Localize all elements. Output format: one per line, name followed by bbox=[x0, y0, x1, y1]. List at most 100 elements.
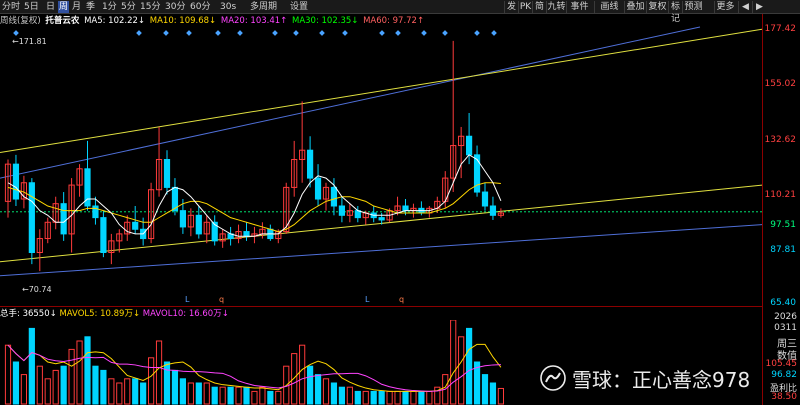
tab-month[interactable]: 月 bbox=[72, 1, 81, 13]
pane-divider bbox=[0, 306, 762, 307]
adjust-button[interactable]: 复权 bbox=[646, 1, 668, 13]
volume-bar bbox=[378, 390, 385, 405]
price-tick: 87.81 bbox=[770, 245, 796, 255]
volume-bar bbox=[322, 378, 330, 405]
volume-bar bbox=[338, 386, 345, 405]
tab-15min[interactable]: 15分 bbox=[140, 1, 160, 13]
mavol5-value: MAVOL5: 10.89万↓ bbox=[59, 309, 141, 319]
volume-bar bbox=[227, 386, 234, 405]
price-tick: 155.02 bbox=[764, 79, 797, 89]
snowball-watermark: 雪球：正心善念978 bbox=[540, 364, 750, 392]
volume-bar bbox=[219, 386, 226, 405]
cursor-value-4: 38.50 bbox=[771, 392, 797, 402]
candle-body bbox=[100, 217, 107, 253]
tab-day[interactable]: 日 bbox=[46, 1, 55, 13]
prev-arrow-icon[interactable]: ◀ bbox=[738, 1, 752, 13]
candle-body bbox=[307, 149, 314, 179]
volume-bar bbox=[92, 365, 99, 405]
pk-button[interactable]: PK bbox=[518, 1, 532, 13]
signal-marker-q[interactable]: q bbox=[219, 295, 224, 304]
volume-bar bbox=[275, 390, 282, 405]
snowball-logo-icon bbox=[540, 365, 566, 391]
predict-button[interactable]: 预测 bbox=[682, 1, 704, 13]
cursor-value-2: 96.82 bbox=[771, 370, 797, 380]
candle-body bbox=[163, 159, 171, 188]
volume-bar bbox=[299, 344, 306, 405]
volume-bar bbox=[362, 390, 369, 405]
volume-bar bbox=[267, 390, 274, 405]
volume-bar bbox=[100, 369, 107, 405]
volume-bar bbox=[195, 382, 202, 405]
mavol10-value: MAVOL10: 16.60万↓ bbox=[142, 309, 229, 319]
mark-button[interactable]: 标记 bbox=[668, 1, 682, 24]
volume-bar bbox=[291, 353, 298, 405]
volume-bar bbox=[68, 348, 75, 405]
volume-bar bbox=[108, 378, 115, 405]
volume-bar bbox=[418, 390, 425, 405]
volume-bar bbox=[402, 390, 409, 405]
candle-body bbox=[402, 205, 409, 212]
volume-bar bbox=[354, 390, 361, 405]
volume-bar bbox=[235, 386, 242, 405]
axis-divider bbox=[762, 14, 763, 405]
candle-body bbox=[195, 214, 202, 235]
candle-body bbox=[314, 177, 322, 200]
volume-bar bbox=[307, 365, 314, 405]
tab-multi-period[interactable]: 多周期 bbox=[250, 1, 277, 13]
volume-bar bbox=[52, 369, 59, 405]
price-tick-current: 97.51 bbox=[770, 220, 796, 230]
volume-bar bbox=[458, 336, 465, 405]
more-button[interactable]: 更多 bbox=[714, 1, 736, 13]
candle-body bbox=[60, 203, 67, 235]
watermark-text: 雪球：正心善念978 bbox=[572, 367, 751, 392]
volume-bar bbox=[187, 382, 194, 405]
simple-button[interactable]: 简 bbox=[532, 1, 546, 13]
candle-body bbox=[489, 205, 497, 216]
signal-marker-q[interactable]: q bbox=[399, 295, 404, 304]
volume-bar bbox=[481, 374, 489, 405]
tab-30min[interactable]: 30分 bbox=[165, 1, 185, 13]
kline-chart[interactable] bbox=[0, 14, 762, 306]
tab-60min[interactable]: 60分 bbox=[190, 1, 210, 13]
publish-button[interactable]: 发 bbox=[504, 1, 518, 13]
volume-bar bbox=[346, 386, 353, 405]
volume-bar bbox=[171, 369, 179, 405]
volume-bar bbox=[410, 390, 417, 405]
tab-settings[interactable]: 设置 bbox=[290, 1, 308, 13]
volume-bar bbox=[203, 382, 210, 405]
volume-bar bbox=[394, 390, 401, 405]
tab-intraday[interactable]: 分时 bbox=[2, 1, 20, 13]
volume-bar bbox=[163, 361, 171, 405]
candle-body bbox=[12, 163, 20, 200]
overlay-button[interactable]: 叠加 bbox=[624, 1, 646, 13]
signal-marker-l[interactable]: L bbox=[365, 295, 369, 304]
tab-week[interactable]: 周 bbox=[58, 1, 70, 13]
candle-body bbox=[179, 210, 187, 228]
volume-bar bbox=[330, 382, 338, 405]
volume-bar bbox=[12, 361, 20, 405]
tab-5min[interactable]: 5分 bbox=[121, 1, 136, 13]
cursor-value-1: 105.45 bbox=[765, 359, 798, 369]
volume-bar bbox=[179, 378, 187, 405]
tab-5day[interactable]: 5日 bbox=[24, 1, 39, 13]
tab-30s[interactable]: 30s bbox=[220, 1, 236, 13]
low-annotation: ←70.74 bbox=[22, 285, 52, 294]
volume-bar bbox=[314, 374, 322, 405]
candle-body bbox=[243, 231, 250, 237]
next-arrow-icon[interactable]: ▶ bbox=[752, 1, 766, 13]
volume-bar bbox=[450, 320, 457, 405]
volume-total: 总手: 36550↓ bbox=[0, 309, 57, 319]
tab-1min[interactable]: 1分 bbox=[102, 1, 117, 13]
event-button[interactable]: 事件 bbox=[566, 1, 592, 13]
candle-body bbox=[338, 205, 345, 216]
candle-body bbox=[92, 205, 99, 219]
volume-bar bbox=[155, 340, 163, 405]
volume-bar bbox=[426, 390, 433, 405]
volume-bar bbox=[76, 340, 83, 405]
signal-marker-l[interactable]: L bbox=[185, 295, 189, 304]
nine-turn-button[interactable]: 九转 bbox=[546, 1, 566, 13]
tab-quarter[interactable]: 季 bbox=[86, 1, 95, 13]
candle-body bbox=[378, 217, 385, 221]
ma10-line bbox=[7, 182, 501, 233]
draw-line-button[interactable]: 画线 bbox=[594, 1, 624, 13]
